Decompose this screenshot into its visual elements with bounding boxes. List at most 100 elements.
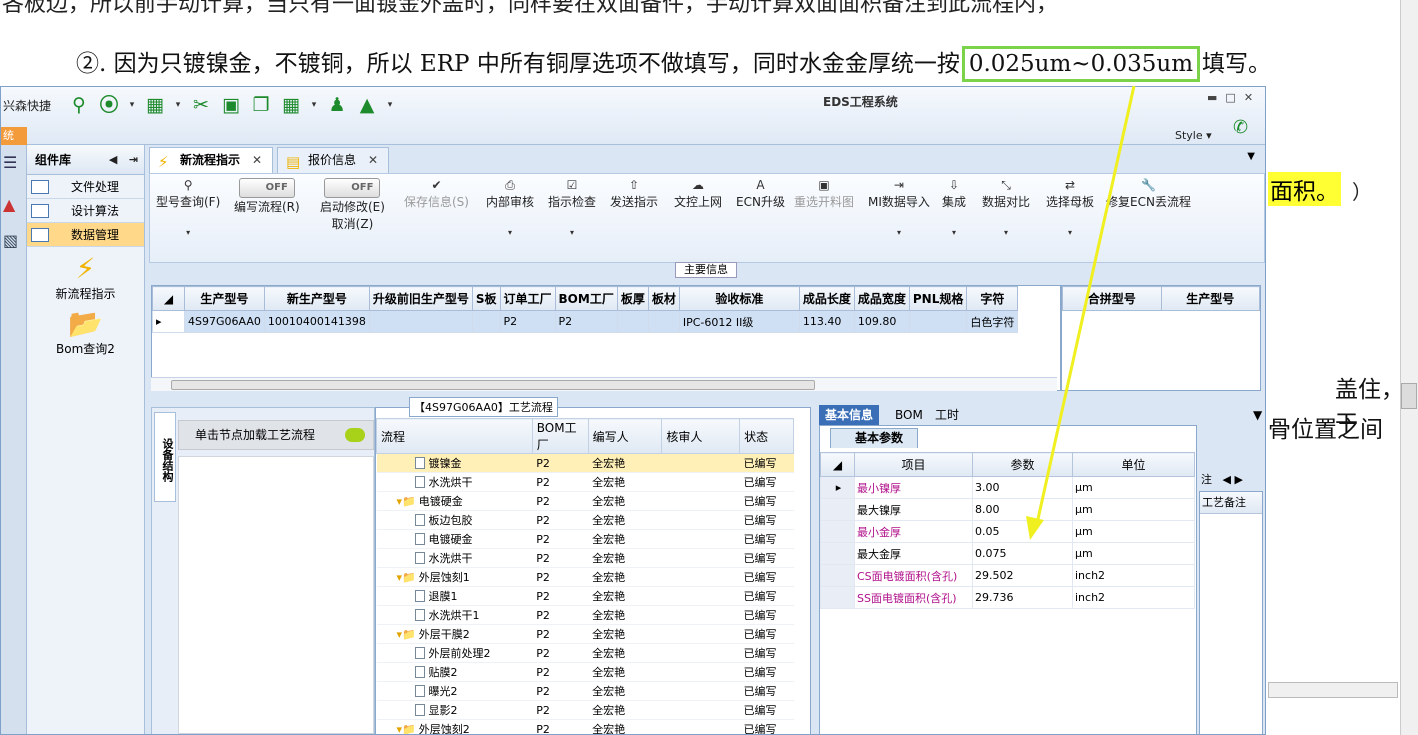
- process-row[interactable]: 退膜1 P2 全宏艳 已编写: [376, 586, 794, 606]
- process-name-cell[interactable]: 曝光2: [376, 681, 533, 701]
- process-name-cell[interactable]: ▾📁 外层蚀刻1: [376, 567, 533, 587]
- column-header[interactable]: 新生产型号: [263, 286, 370, 311]
- film-icon[interactable]: ▣: [219, 93, 243, 117]
- compare-button[interactable]: ⤡ 数据对比 ▾: [982, 178, 1030, 237]
- column-header[interactable]: 状态: [739, 418, 794, 454]
- reviewer-cell[interactable]: [661, 510, 740, 530]
- tower-icon[interactable]: ▲: [3, 195, 23, 215]
- process-row[interactable]: 电镀硬金 P2 全宏艳 已编写: [376, 529, 794, 549]
- tab-basic-parameters[interactable]: 基本参数: [830, 428, 918, 448]
- parameter-unit[interactable]: μm: [1072, 476, 1195, 499]
- writer-cell[interactable]: 全宏艳: [588, 472, 662, 492]
- reviewer-cell[interactable]: [661, 548, 740, 568]
- close-icon[interactable]: ✕: [252, 153, 262, 167]
- process-name-cell[interactable]: 水洗烘干: [376, 548, 533, 568]
- sidebar-item-data[interactable]: 数据管理: [27, 223, 144, 247]
- reviewer-cell[interactable]: [661, 624, 740, 644]
- doc-scroll-thumb[interactable]: [1401, 383, 1417, 409]
- reviewer-cell[interactable]: [661, 643, 740, 663]
- parameter-row[interactable]: 最大金厚 0.075 μm: [820, 542, 1195, 565]
- status-cell[interactable]: 已编写: [739, 700, 794, 720]
- status-cell[interactable]: 已编写: [739, 548, 794, 568]
- parameter-unit[interactable]: μm: [1072, 520, 1195, 543]
- bom-factory-cell[interactable]: P2: [532, 662, 589, 682]
- process-name-cell[interactable]: ▾📁 外层干膜2: [376, 624, 533, 644]
- table-cell[interactable]: P2: [499, 310, 556, 333]
- chevron-down-icon[interactable]: ▾: [127, 93, 137, 117]
- process-row[interactable]: 水洗烘干 P2 全宏艳 已编写: [376, 548, 794, 568]
- save-info-button[interactable]: ✔ 保存信息(S): [404, 178, 469, 210]
- table-cell[interactable]: [471, 310, 501, 333]
- writer-cell[interactable]: 全宏艳: [588, 529, 662, 549]
- parameter-value[interactable]: 3.00: [972, 476, 1073, 499]
- process-name-cell[interactable]: 退膜1: [376, 586, 533, 606]
- status-cell[interactable]: 已编写: [739, 510, 794, 530]
- table-cell[interactable]: [647, 310, 680, 333]
- process-row[interactable]: 水洗烘干 P2 全宏艳 已编写: [376, 472, 794, 492]
- select-master-button[interactable]: ⇄ 选择母板 ▾: [1046, 178, 1094, 237]
- scissors-icon[interactable]: ✂: [189, 93, 213, 117]
- bom-factory-cell[interactable]: P2: [532, 510, 589, 530]
- process-name-cell[interactable]: 外层前处理2: [376, 643, 533, 663]
- writer-cell[interactable]: 全宏艳: [588, 624, 662, 644]
- column-header[interactable]: 合拼型号: [1062, 286, 1162, 311]
- reviewer-cell[interactable]: [661, 472, 740, 492]
- column-header[interactable]: 单位: [1072, 452, 1195, 477]
- bom-factory-cell[interactable]: P2: [532, 643, 589, 663]
- reviewer-cell[interactable]: [661, 586, 740, 606]
- bom-factory-cell[interactable]: P2: [532, 548, 589, 568]
- copy-icon[interactable]: ❐: [249, 93, 273, 117]
- parameter-row[interactable]: 最小金厚 0.05 μm: [820, 520, 1195, 543]
- scroll-thumb[interactable]: [171, 380, 815, 390]
- status-cell[interactable]: 已编写: [739, 472, 794, 492]
- integrate-button[interactable]: ⇩ 集成 ▾: [942, 178, 966, 237]
- writer-cell[interactable]: 全宏艳: [588, 510, 662, 530]
- column-header[interactable]: 参数: [972, 452, 1073, 477]
- upload-button[interactable]: ☁ 文控上网: [674, 178, 722, 210]
- bom-factory-cell[interactable]: P2: [532, 700, 589, 720]
- table-row[interactable]: ▸ 4S97G06AA0 10010400141398 P2 P2 IPC-60…: [152, 310, 1019, 333]
- column-header[interactable]: 生产型号: [184, 286, 265, 311]
- column-header[interactable]: 核审人: [661, 418, 741, 454]
- process-name-cell[interactable]: 镀镍金: [376, 453, 533, 473]
- chevron-right-icon[interactable]: ▶: [1234, 473, 1242, 486]
- load-process-node-button[interactable]: 单击节点加载工艺流程: [178, 420, 374, 450]
- chevron-left-icon[interactable]: ◀: [1223, 473, 1231, 486]
- repair-ecn-button[interactable]: 🔧 修复ECN丢流程: [1106, 178, 1191, 210]
- pin-icon[interactable]: ⇥: [129, 153, 138, 166]
- style-menu[interactable]: Style ▾: [1175, 129, 1212, 142]
- tab-work-hours[interactable]: 工时: [929, 405, 965, 425]
- maximize-icon[interactable]: □: [1225, 91, 1235, 104]
- column-header[interactable]: 订单工厂: [499, 286, 556, 311]
- writer-cell[interactable]: 全宏艳: [588, 548, 662, 568]
- doc-vertical-scrollbar[interactable]: [1400, 0, 1418, 735]
- table-cell[interactable]: 113.40: [798, 310, 855, 333]
- write-process-toggle[interactable]: OFF 编写流程(R): [234, 178, 300, 215]
- writer-cell[interactable]: 全宏艳: [588, 662, 662, 682]
- column-header[interactable]: 成品长度: [798, 286, 855, 311]
- column-header[interactable]: 板厚: [616, 286, 649, 311]
- doc-horizontal-scrollbar[interactable]: [1268, 682, 1398, 698]
- writer-cell[interactable]: 全宏艳: [588, 567, 662, 587]
- column-header[interactable]: BOM工厂: [554, 286, 618, 311]
- parameter-value[interactable]: 29.736: [972, 586, 1073, 609]
- process-name-cell[interactable]: 板边包胶: [376, 510, 533, 530]
- redraw-button[interactable]: ▣ 重选开料图: [794, 178, 854, 210]
- writer-cell[interactable]: 全宏艳: [588, 605, 662, 625]
- chevron-left-icon[interactable]: ◀: [109, 153, 117, 166]
- reviewer-cell[interactable]: [661, 453, 740, 473]
- parameter-value[interactable]: 0.075: [972, 542, 1073, 565]
- column-header[interactable]: 项目: [854, 452, 973, 477]
- status-cell[interactable]: 已编写: [739, 586, 794, 606]
- writer-cell[interactable]: 全宏艳: [588, 681, 662, 701]
- grid-icon[interactable]: ▦: [279, 93, 303, 117]
- parameter-item[interactable]: 最小金厚: [854, 520, 973, 543]
- process-name-cell[interactable]: 电镀硬金: [376, 529, 533, 549]
- writer-cell[interactable]: 全宏艳: [588, 719, 662, 734]
- table-cell[interactable]: 4S97G06AA0: [184, 310, 265, 333]
- table-cell[interactable]: IPC-6012 II级: [678, 310, 800, 333]
- parameter-item[interactable]: 最大金厚: [854, 542, 973, 565]
- status-cell[interactable]: 已编写: [739, 624, 794, 644]
- grid-horizontal-scrollbar[interactable]: [151, 377, 1057, 391]
- parameter-unit[interactable]: inch2: [1072, 586, 1195, 609]
